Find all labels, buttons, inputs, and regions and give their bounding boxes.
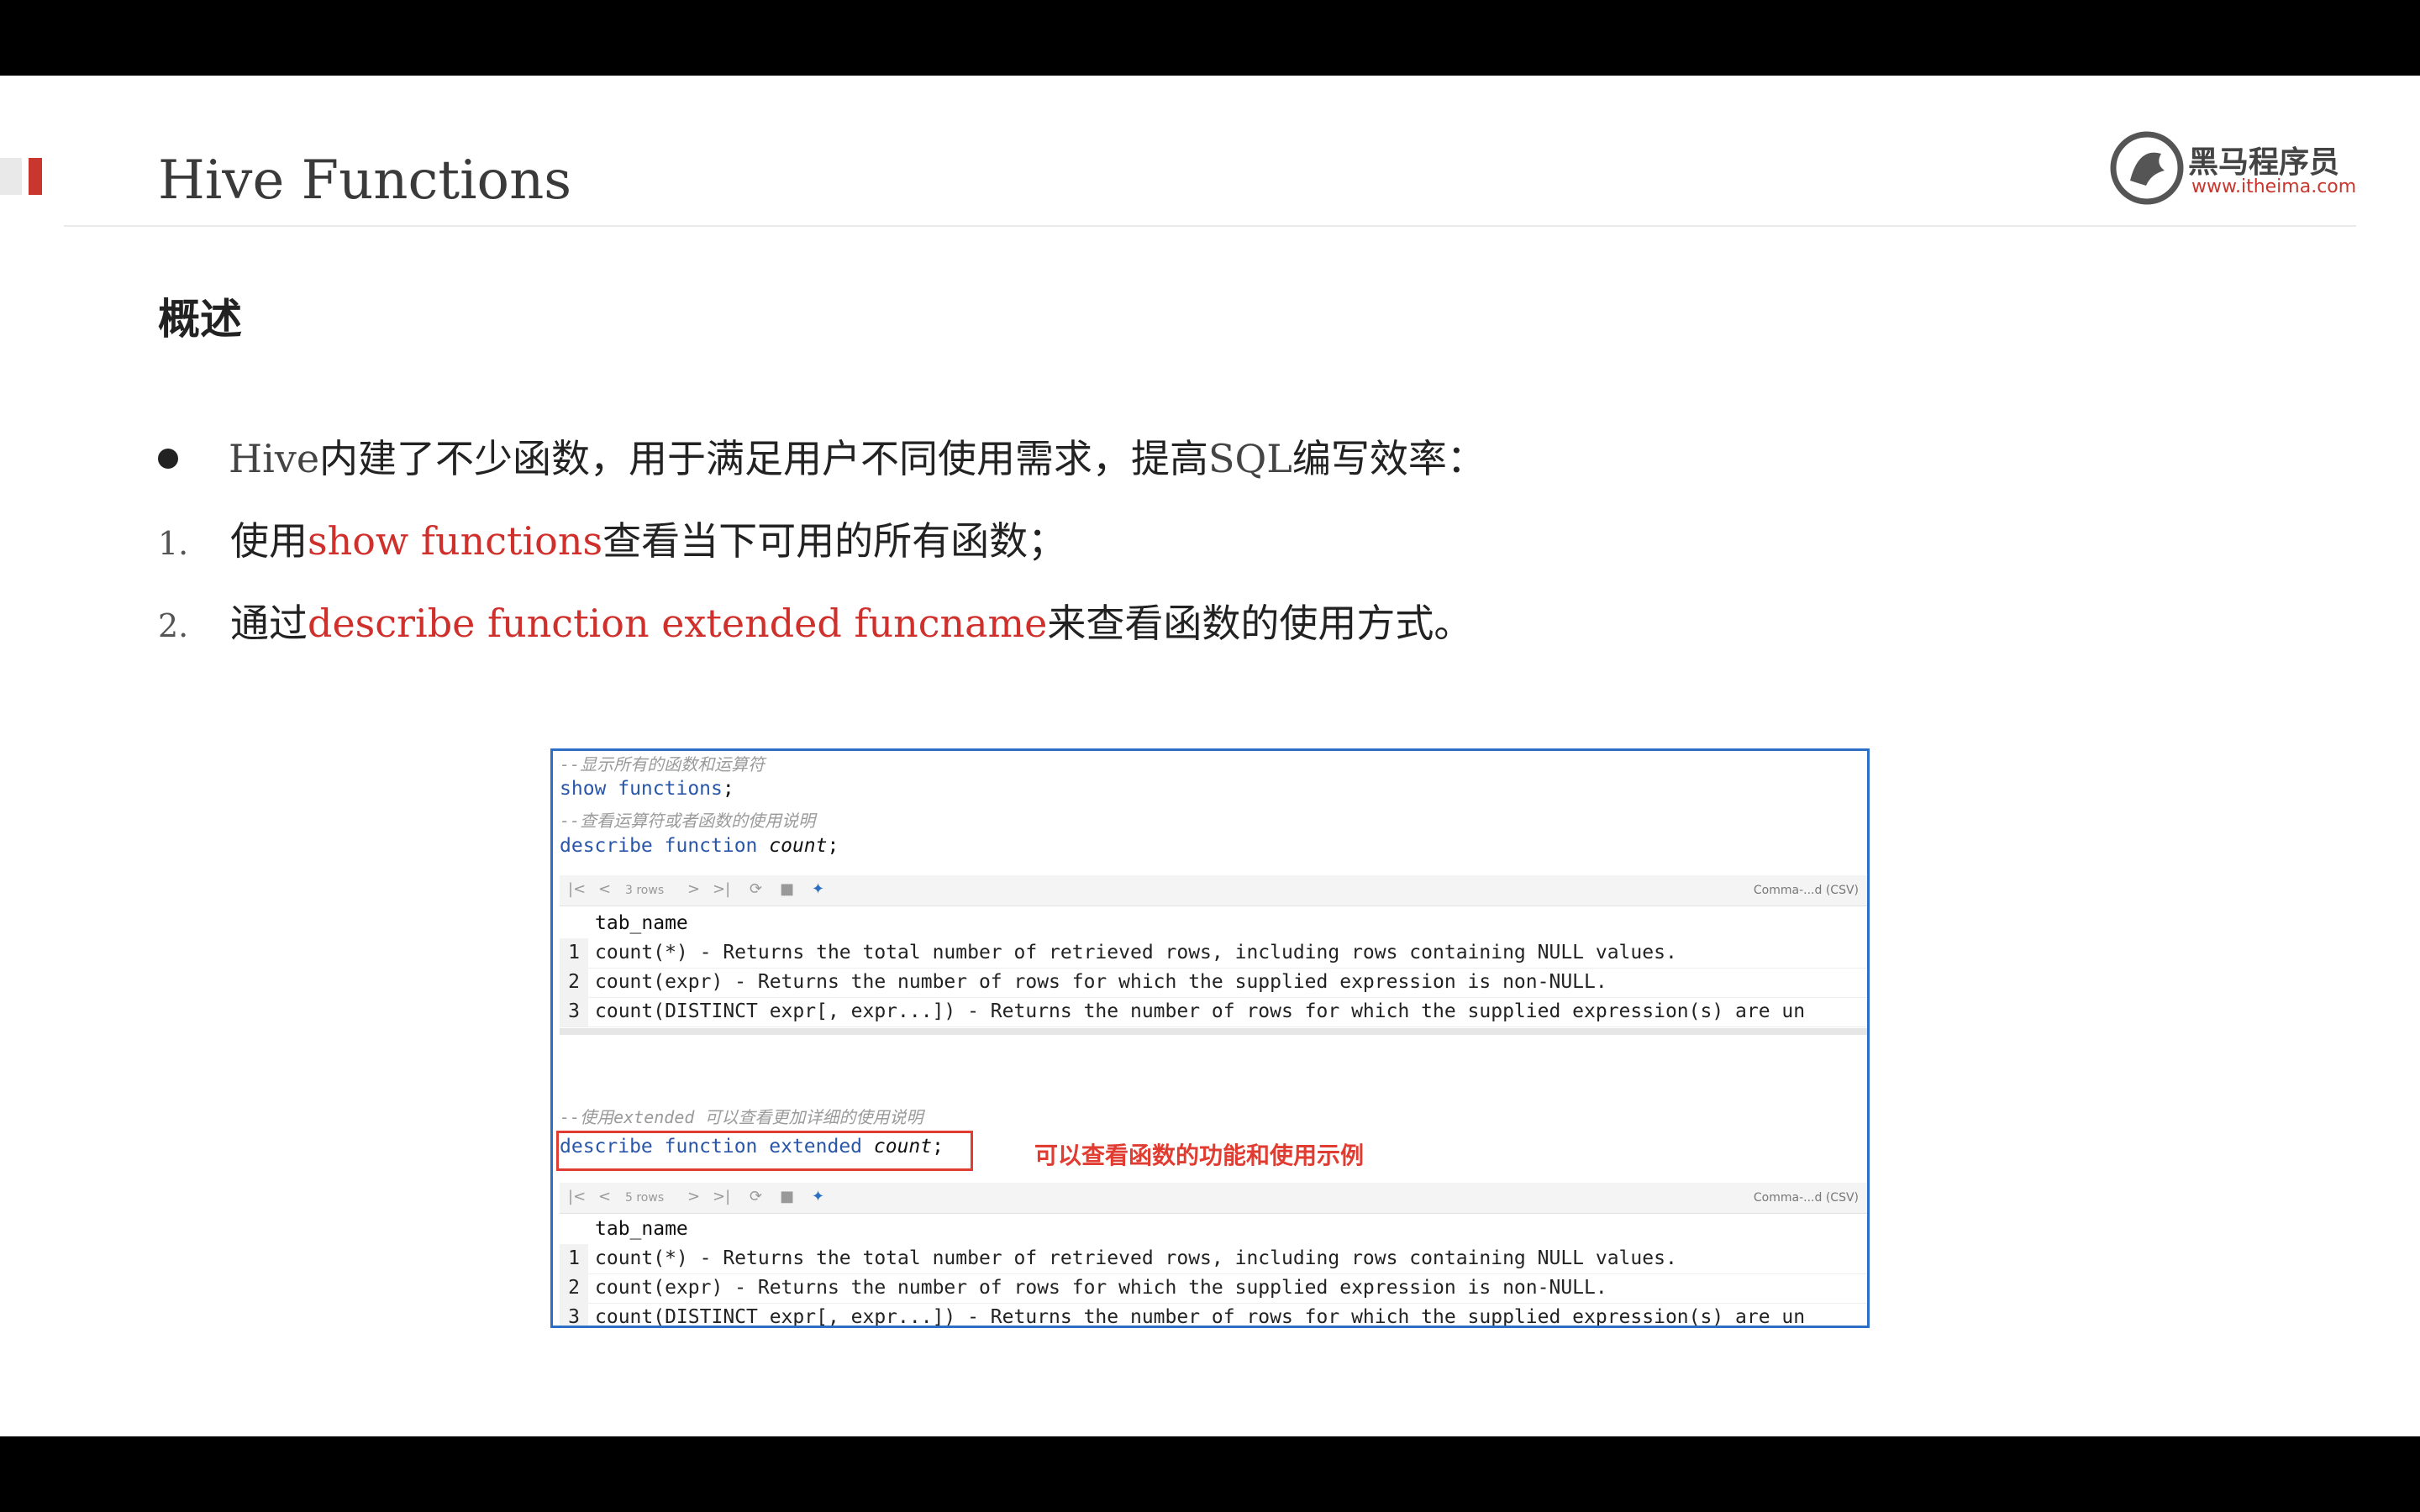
table-row[interactable]: 1 count(*) - Returns the total number of… — [560, 1244, 1867, 1274]
pin-icon[interactable]: ✦ — [812, 1188, 824, 1205]
last-page-icon[interactable]: >| — [713, 1188, 730, 1205]
row-index: 3 — [560, 997, 588, 1026]
table-row[interactable]: 1 count(*) - Returns the total number of… — [560, 938, 1867, 969]
section-heading: 概述 — [158, 295, 242, 344]
row-index: 2 — [560, 968, 588, 997]
column-header-tab-name[interactable]: tab_name — [595, 1215, 688, 1244]
presentation-slide: Hive Functions 黑马程序员 www.itheima.com 概述 … — [0, 76, 2420, 1436]
sql-line-describe-function[interactable]: describe function count; — [560, 835, 839, 857]
table-row[interactable]: 2 count(expr) - Returns the number of ro… — [560, 1273, 1867, 1304]
result-header: tab_name — [560, 909, 1867, 938]
numbered-line-2: 2. 通过describe function extended funcname来… — [158, 593, 1472, 648]
first-page-icon[interactable]: |< — [568, 1188, 586, 1205]
sql-keyword: show functions — [560, 778, 723, 800]
export-format-select[interactable]: Comma-...d (CSV) — [1754, 884, 1859, 897]
logo-en-text: www.itheima.com — [2191, 176, 2357, 197]
export-format-select[interactable]: Comma-...d (CSV) — [1754, 1191, 1859, 1205]
horizontal-scrollbar[interactable] — [560, 1028, 1867, 1035]
line-part: Hive — [229, 436, 320, 481]
line-part-code: show functions — [308, 518, 603, 564]
row-text: count(DISTINCT expr[, expr...]) - Return… — [595, 1000, 1806, 1022]
row-text: count(expr) - Returns the number of rows… — [595, 971, 1607, 993]
sql-line-show-functions[interactable]: show functions; — [560, 778, 734, 800]
line-number: 2. — [158, 607, 189, 644]
row-index: 3 — [560, 1303, 588, 1326]
row-index: 1 — [560, 938, 588, 968]
next-page-icon[interactable]: > — [687, 1188, 700, 1205]
title-accent-gray — [0, 158, 22, 195]
sql-semicolon: ; — [722, 778, 734, 800]
result-header: tab_name — [560, 1215, 1867, 1244]
line-part: SQL — [1208, 436, 1292, 481]
bullet-line: Hive内建了不少函数，用于满足用户不同使用需求，提高SQL编写效率： — [158, 428, 1486, 484]
next-page-icon[interactable]: > — [687, 880, 700, 898]
row-text: count(*) - Returns the total number of r… — [595, 942, 1677, 963]
line-part: 编写效率： — [1292, 436, 1486, 481]
line-part: 使用 — [230, 518, 308, 564]
table-row[interactable]: 3 count(DISTINCT expr[, expr...]) - Retu… — [560, 1303, 1867, 1328]
stop-icon[interactable]: ■ — [780, 1188, 794, 1205]
line-part-code: describe function extended funcname — [308, 601, 1048, 646]
table-row[interactable]: 3 count(DISTINCT expr[, expr...]) - Retu… — [560, 997, 1867, 1027]
slide-title: Hive Functions — [158, 150, 572, 212]
row-index: 1 — [560, 1244, 588, 1273]
last-page-icon[interactable]: >| — [713, 880, 730, 898]
row-index: 2 — [560, 1273, 588, 1303]
horse-logo-icon — [2110, 131, 2184, 205]
logo-cn-text: 黑马程序员 — [2188, 145, 2340, 180]
row-text: count(*) - Returns the total number of r… — [595, 1247, 1677, 1269]
stop-icon[interactable]: ■ — [780, 880, 794, 898]
bullet-dot-icon — [158, 448, 178, 469]
refresh-icon[interactable]: ⟳ — [750, 1188, 762, 1205]
first-page-icon[interactable]: |< — [568, 880, 586, 898]
refresh-icon[interactable]: ⟳ — [750, 880, 762, 898]
sql-comment: --使用extended 可以查看更加详细的使用说明 — [560, 1107, 923, 1127]
sql-semicolon: ; — [827, 835, 839, 857]
sql-keyword: describe function — [560, 835, 770, 857]
result-toolbar-1: |< < 3 rows > >| ⟳ ■ ✦ Comma-...d (CSV) — [560, 875, 1867, 906]
prev-page-icon[interactable]: < — [598, 1188, 611, 1205]
prev-page-icon[interactable]: < — [598, 880, 611, 898]
row-text: count(DISTINCT expr[, expr...]) - Return… — [595, 1306, 1806, 1328]
sql-argument: count — [769, 835, 828, 857]
sql-comment: --显示所有的函数和运算符 — [560, 754, 765, 774]
line-part: 查看当下可用的所有函数； — [602, 518, 1067, 564]
title-accent-red — [29, 158, 42, 195]
numbered-line-1: 1. 使用show functions查看当下可用的所有函数； — [158, 511, 1066, 566]
result-toolbar-2: |< < 5 rows > >| ⟳ ■ ✦ Comma-...d (CSV) — [560, 1183, 1867, 1214]
title-divider — [64, 225, 2356, 227]
column-header-tab-name[interactable]: tab_name — [595, 909, 688, 938]
pin-icon[interactable]: ✦ — [812, 880, 824, 898]
line-part: 内建了不少函数，用于满足用户不同使用需求，提高 — [319, 436, 1209, 481]
rows-count-select[interactable]: 3 rows — [625, 884, 664, 897]
sql-console-screenshot: --显示所有的函数和运算符 show functions; --查看运算符或者函… — [550, 748, 1870, 1328]
rows-count-select[interactable]: 5 rows — [625, 1191, 664, 1205]
brand-logo: 黑马程序员 www.itheima.com — [2109, 126, 2361, 210]
table-row[interactable]: 2 count(expr) - Returns the number of ro… — [560, 968, 1867, 998]
annotation-text: 可以查看函数的功能和使用示例 — [1034, 1142, 1365, 1169]
sql-comment: --查看运算符或者函数的使用说明 — [560, 811, 816, 831]
line-number: 1. — [158, 525, 189, 562]
line-part: 来查看函数的使用方式。 — [1047, 601, 1473, 646]
row-text: count(expr) - Returns the number of rows… — [595, 1277, 1607, 1299]
highlight-box — [556, 1131, 973, 1171]
line-part: 通过 — [230, 601, 308, 646]
